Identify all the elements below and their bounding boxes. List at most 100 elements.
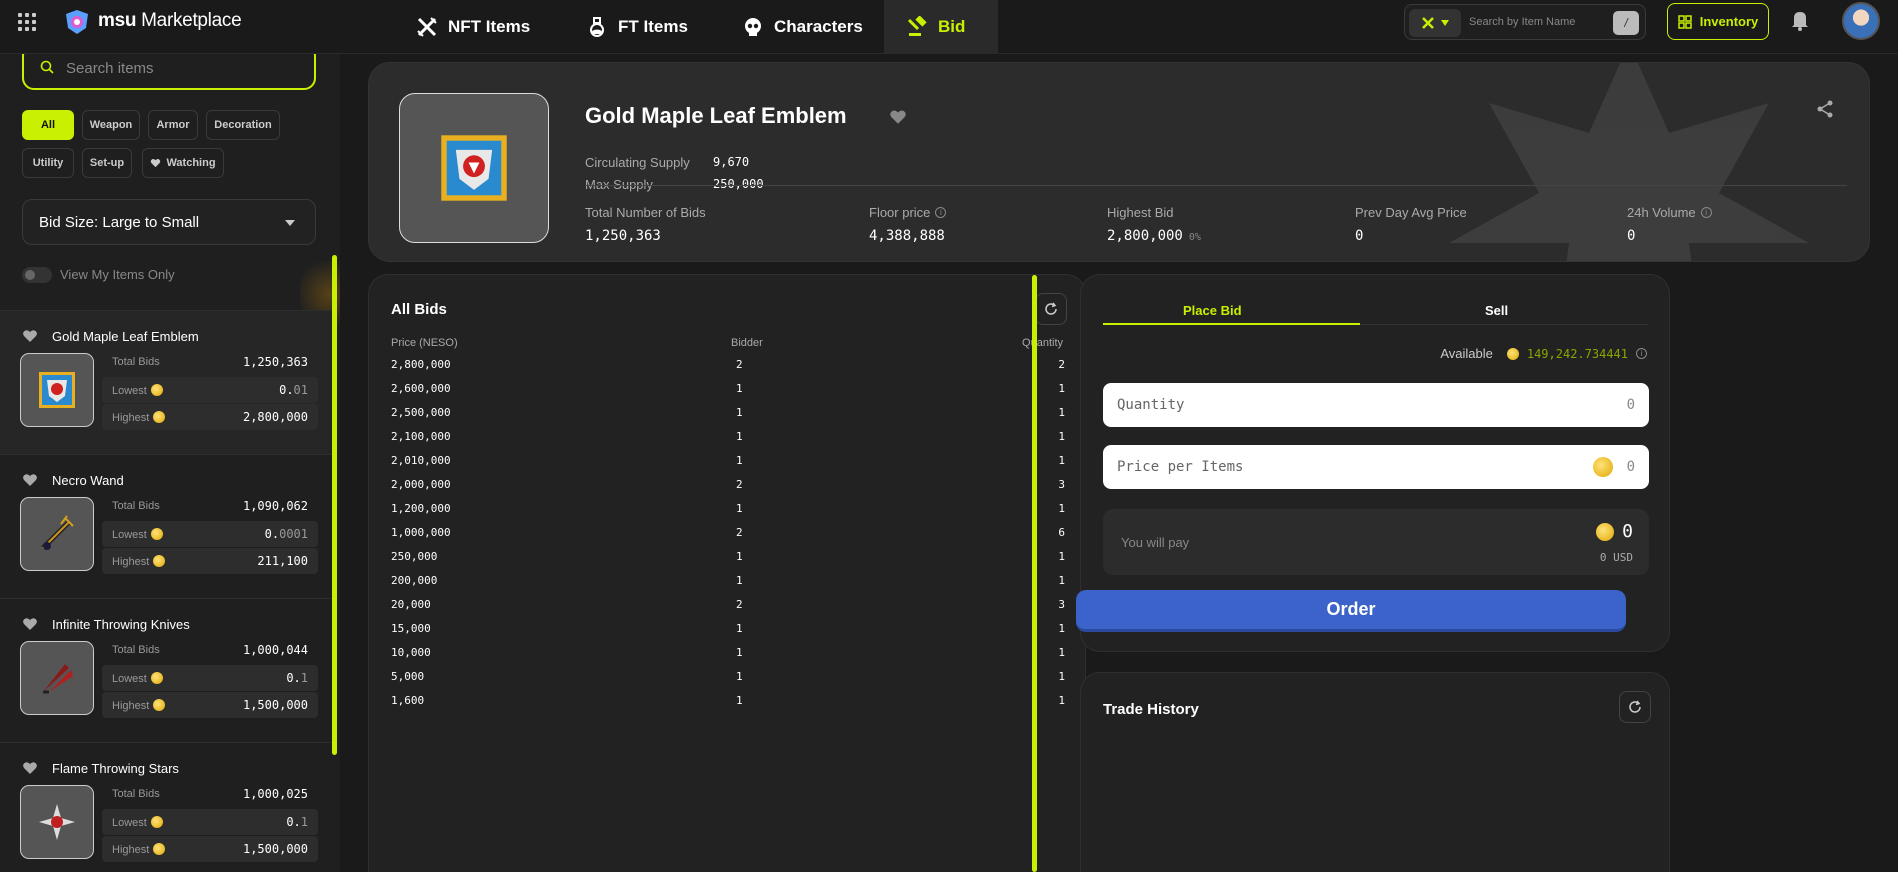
quantity-input[interactable]: Quantity 0 — [1103, 383, 1649, 427]
stat-prev-day-avg: Prev Day Avg Price 0 — [1355, 205, 1467, 244]
my-items-toggle[interactable] — [22, 267, 52, 283]
item-title: Gold Maple Leaf Emblem — [585, 103, 847, 128]
bid-bidder: 2 — [736, 478, 743, 491]
bid-quantity: 1 — [1058, 694, 1065, 707]
bid-quantity: 1 — [1058, 430, 1065, 443]
item-thumbnail — [20, 353, 94, 427]
filter-utility[interactable]: Utility — [22, 148, 74, 178]
highest-row: Highest 1,500,000 — [102, 836, 318, 862]
item-name: Gold Maple Leaf Emblem — [52, 329, 199, 344]
item-card-gold-maple-leaf-emblem[interactable]: Gold Maple Leaf Emblem Total Bids 1,250,3… — [0, 310, 332, 454]
highest-row: Highest 1,500,000 — [102, 692, 318, 718]
sidebar-search-input[interactable]: Search items — [22, 54, 316, 90]
neso-coin-icon — [150, 528, 163, 540]
share-icon[interactable] — [1815, 99, 1835, 119]
refresh-bids-button[interactable] — [1035, 293, 1067, 325]
bid-row: 2,500,000 1 1 — [369, 401, 1087, 425]
search-category-select[interactable] — [1409, 9, 1461, 37]
heart-icon[interactable] — [22, 473, 38, 487]
bid-bidder: 1 — [736, 502, 743, 515]
bid-price: 1,600 — [391, 694, 425, 707]
neso-coin-icon — [150, 384, 163, 396]
msu-logo-icon[interactable] — [62, 8, 92, 36]
divider — [585, 185, 1847, 186]
item-card-infinite-throwing-knives[interactable]: Infinite Throwing Knives Total Bids 1,000… — [0, 598, 332, 742]
bell-icon[interactable] — [1788, 8, 1812, 32]
bid-quantity: 1 — [1058, 502, 1065, 515]
item-name: Infinite Throwing Knives — [52, 617, 190, 632]
bid-price: 2,100,000 — [391, 430, 451, 443]
bid-bidder: 1 — [736, 646, 743, 659]
stat-total-bids: Total Number of Bids 1,250,363 — [585, 205, 706, 244]
heart-icon[interactable] — [22, 329, 38, 343]
filter-all[interactable]: All — [22, 110, 74, 140]
price-per-item-input[interactable]: Price per Items 0 — [1103, 445, 1649, 489]
bid-price: 2,010,000 — [391, 454, 451, 467]
info-icon[interactable]: i — [1636, 348, 1647, 359]
bids-scrollbar[interactable] — [1032, 275, 1037, 872]
avatar[interactable] — [1842, 2, 1880, 40]
skull-icon — [745, 18, 761, 36]
inventory-button[interactable]: Inventory — [1667, 3, 1769, 40]
bid-price: 1,000,000 — [391, 526, 451, 539]
sidebar-scrollbar[interactable] — [332, 255, 337, 755]
bid-bidder: 1 — [736, 406, 743, 419]
column-header-quantity: Quantity — [1022, 337, 1063, 349]
item-thumbnail — [20, 497, 94, 571]
item-name: Flame Throwing Stars — [52, 761, 179, 776]
available-balance: Available 149,242.734441 i — [1440, 346, 1647, 361]
stat-floor-price: Floor price i 4,388,888 — [869, 205, 947, 244]
filter-setup[interactable]: Set-up — [82, 148, 132, 178]
top-navigation-bar: msu Marketplace NFT Items FT Items Chara… — [0, 0, 1898, 54]
filter-weapon[interactable]: Weapon — [82, 110, 140, 140]
tab-bid[interactable]: Bid — [884, 0, 998, 54]
tab-divider — [1360, 324, 1648, 325]
all-bids-panel: All Bids Price (NESO) Bidder Quantity 2,… — [368, 274, 1086, 872]
heart-icon[interactable] — [22, 617, 38, 631]
tab-nft-items[interactable]: NFT Items — [394, 0, 552, 54]
search-input[interactable]: Search by Item Name — [1469, 16, 1575, 28]
order-button[interactable]: Order — [1076, 590, 1626, 632]
bid-quantity: 2 — [1058, 358, 1065, 371]
heart-icon[interactable] — [889, 109, 907, 125]
chevron-down-icon — [285, 220, 295, 226]
info-icon[interactable]: i — [935, 207, 947, 218]
filter-watching[interactable]: Watching — [142, 148, 224, 178]
neso-coin-icon — [1593, 457, 1613, 477]
highest-row: Highest 211,100 — [102, 548, 318, 574]
inventory-label: Inventory — [1699, 14, 1759, 29]
you-will-pay-summary: You will pay 0 0 USD — [1103, 509, 1649, 575]
heart-icon[interactable] — [22, 761, 38, 775]
bid-icon — [907, 16, 927, 36]
bid-row: 2,000,000 2 3 — [369, 473, 1087, 497]
bid-quantity: 1 — [1058, 622, 1065, 635]
neso-coin-icon — [150, 672, 163, 684]
tab-place-bid[interactable]: Place Bid — [1183, 303, 1242, 318]
tab-characters[interactable]: Characters — [720, 0, 885, 54]
item-card-flame-throwing-stars[interactable]: Flame Throwing Stars Total Bids 1,000,025… — [0, 742, 332, 872]
total-bids-row: Total Bids 1,090,062 — [112, 499, 308, 513]
tab-label: Bid — [938, 17, 966, 36]
bid-quantity: 1 — [1058, 670, 1065, 683]
item-name: Necro Wand — [52, 473, 124, 488]
bid-bidder: 1 — [736, 454, 743, 467]
tab-ft-items[interactable]: FT Items — [564, 0, 710, 54]
filter-decoration[interactable]: Decoration — [206, 110, 280, 140]
search-shortcut-key: / — [1613, 11, 1639, 35]
item-card-necro-wand[interactable]: Necro Wand Total Bids 1,090,062 Lowest 0.0… — [0, 454, 332, 598]
neso-coin-icon — [1506, 347, 1519, 360]
tab-sell[interactable]: Sell — [1485, 303, 1508, 318]
bid-row: 1,000,000 2 6 — [369, 521, 1087, 545]
tab-label: NFT Items — [448, 17, 531, 36]
bid-row: 2,100,000 1 1 — [369, 425, 1087, 449]
info-icon[interactable]: i — [1700, 207, 1712, 218]
bid-price: 1,200,000 — [391, 502, 451, 515]
bid-price: 2,500,000 — [391, 406, 451, 419]
all-bids-title: All Bids — [391, 301, 447, 318]
refresh-trade-history-button[interactable] — [1619, 691, 1651, 723]
sort-select[interactable]: Bid Size: Large to Small — [22, 199, 316, 245]
filter-armor[interactable]: Armor — [148, 110, 198, 140]
brand-title[interactable]: msu Marketplace — [98, 10, 242, 32]
active-tab-indicator — [1103, 323, 1360, 325]
apps-grid-icon[interactable] — [18, 13, 36, 31]
